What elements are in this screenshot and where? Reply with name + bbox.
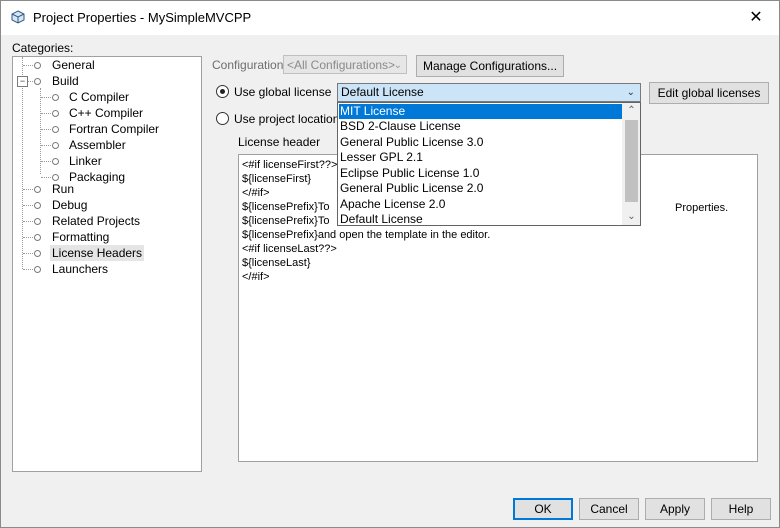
configuration-select: <All Configurations> ⌄	[283, 55, 407, 74]
tree-item-label: Debug	[52, 198, 88, 212]
tree-connector	[23, 221, 33, 222]
tree-item-label: Assembler	[69, 138, 126, 152]
tree-node-icon	[34, 218, 41, 225]
help-button[interactable]: Help	[711, 498, 771, 520]
code-line-fragment: Properties.	[675, 202, 729, 214]
code-line: <#if licenseFirst??>	[242, 159, 338, 171]
window-title: Project Properties - MySimpleMVCPP	[33, 10, 252, 25]
tree-item-label: Formatting	[52, 230, 110, 244]
tree-connector	[41, 161, 51, 162]
license-option[interactable]: MIT License	[339, 104, 624, 119]
tree-node-icon	[34, 234, 41, 241]
tree-connector	[41, 113, 51, 114]
collapse-icon[interactable]: −	[17, 76, 28, 87]
tree-connector	[41, 145, 51, 146]
code-line: ${licensePrefix}To	[242, 215, 330, 227]
tree-item-label: C++ Compiler	[69, 106, 144, 120]
tree-item-label: Linker	[69, 154, 102, 168]
tree-item-label: License Headers	[50, 245, 145, 261]
code-line: </#if>	[242, 187, 270, 199]
cancel-button[interactable]: Cancel	[579, 498, 639, 520]
close-icon[interactable]: ✕	[733, 1, 779, 34]
global-license-combo[interactable]: Default License ⌄	[337, 83, 641, 102]
apply-button[interactable]: Apply	[645, 498, 705, 520]
scrollbar-thumb[interactable]	[625, 120, 638, 202]
scroll-up-icon[interactable]: ⌃	[623, 103, 640, 119]
license-option[interactable]: Eclipse Public License 1.0	[339, 166, 624, 181]
tree-connector	[23, 65, 33, 66]
ok-button[interactable]: OK	[513, 498, 573, 520]
edit-global-licenses-button[interactable]: Edit global licenses	[649, 82, 769, 104]
license-option[interactable]: Lesser GPL 2.1	[339, 150, 624, 165]
tree-item-label: Build	[52, 74, 79, 88]
app-cube-icon	[11, 10, 25, 24]
code-line: </#if>	[242, 271, 270, 283]
tree-item-label: Run	[52, 182, 75, 196]
tree-node-icon	[52, 94, 59, 101]
code-line: ${licenseLast}	[242, 257, 311, 269]
license-option[interactable]: General Public License 3.0	[339, 135, 624, 150]
tree-node-icon	[52, 126, 59, 133]
code-line: <#if licenseLast??>	[242, 243, 337, 255]
use-project-location-label[interactable]: Use project location	[234, 112, 339, 126]
use-project-location-radio[interactable]	[216, 112, 229, 125]
tree-connector	[41, 97, 51, 98]
tree-node-icon	[34, 186, 41, 193]
tree-node-icon	[52, 158, 59, 165]
project-properties-dialog: Project Properties - MySimpleMVCPP ✕ Cat…	[0, 0, 780, 528]
code-line: ${licensePrefix}and open the template in…	[242, 229, 491, 241]
license-option[interactable]: BSD 2-Clause License	[339, 119, 624, 134]
manage-configurations-button[interactable]: Manage Configurations...	[416, 55, 564, 77]
tree-connector	[41, 129, 51, 130]
tree-item-label: General	[52, 58, 95, 72]
categories-label: Categories:	[12, 41, 74, 55]
global-license-value: Default License	[341, 85, 424, 99]
use-global-license-label[interactable]: Use global license	[234, 85, 331, 99]
tree-node-icon	[52, 110, 59, 117]
license-dropdown-list[interactable]: MIT License BSD 2-Clause License General…	[337, 102, 641, 226]
tree-item-label: Launchers	[52, 262, 109, 276]
scroll-down-icon[interactable]: ⌄	[623, 209, 640, 225]
tree-connector	[41, 177, 51, 178]
tree-item-label: Fortran Compiler	[69, 122, 160, 136]
chevron-down-icon: ⌄	[393, 60, 402, 71]
tree-node-icon	[52, 174, 59, 181]
tree-node-icon	[34, 62, 41, 69]
tree-connector	[23, 189, 33, 190]
title-bar: Project Properties - MySimpleMVCPP ✕	[1, 1, 779, 35]
tree-connector	[28, 81, 33, 82]
code-line: ${licensePrefix}To	[242, 201, 330, 213]
use-global-license-radio[interactable]	[216, 85, 229, 98]
code-line: ${licenseFirst}	[242, 173, 312, 185]
configuration-value: <All Configurations>	[287, 58, 396, 72]
license-option[interactable]: General Public License 2.0	[339, 181, 624, 196]
tree-item-label: Packaging	[69, 170, 126, 184]
configuration-label: Configuration:	[212, 58, 287, 72]
tree-connector	[23, 237, 33, 238]
chevron-down-icon: ⌄	[626, 87, 635, 98]
tree-node-icon	[34, 266, 41, 273]
categories-tree[interactable]: General − Build C Compiler C++ Compiler …	[12, 56, 202, 472]
license-option[interactable]: Default License	[339, 212, 624, 227]
license-header-label: License header	[238, 135, 321, 149]
tree-node-icon	[34, 78, 41, 85]
tree-item-label: C Compiler	[69, 90, 130, 104]
tree-connector	[23, 205, 33, 206]
tree-node-icon	[34, 250, 41, 257]
tree-connector	[23, 269, 33, 270]
tree-connector	[23, 253, 33, 254]
tree-item-label: Related Projects	[52, 214, 141, 228]
tree-node-icon	[34, 202, 41, 209]
dropdown-scrollbar[interactable]: ⌃ ⌄	[622, 103, 640, 225]
license-option[interactable]: Apache License 2.0	[339, 197, 624, 212]
tree-node-icon	[52, 142, 59, 149]
